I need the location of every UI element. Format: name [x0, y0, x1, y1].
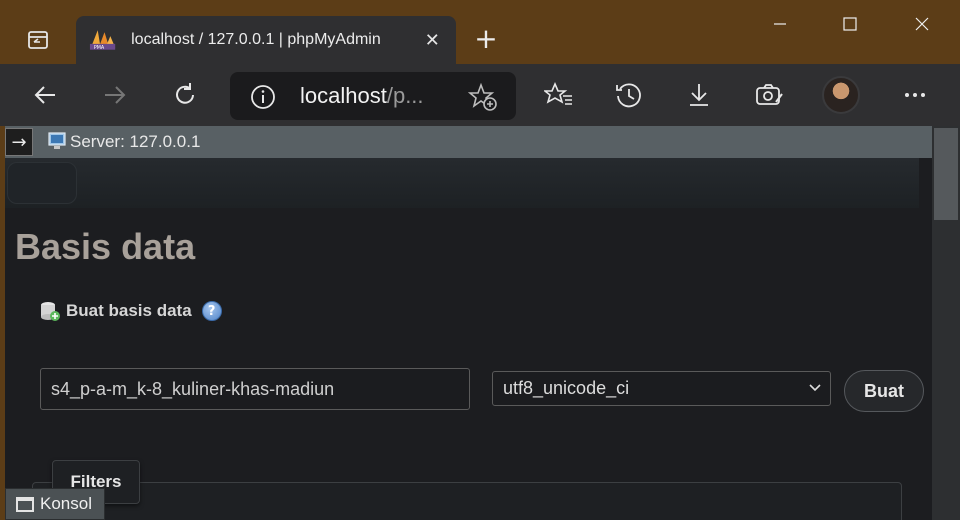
forward-icon[interactable] — [98, 78, 132, 112]
browser-toolbar: localhost/p... — [0, 64, 960, 126]
new-tab-button[interactable]: + — [470, 24, 502, 56]
tab-title: localhost / 127.0.0.1 | phpMyAdmin — [131, 31, 381, 48]
console-toggle[interactable]: Konsol — [5, 488, 105, 520]
collation-value: utf8_unicode_ci — [503, 378, 630, 398]
downloads-icon[interactable] — [682, 78, 716, 112]
collation-select[interactable]: utf8_unicode_ci — [492, 371, 831, 406]
svg-text:PMA: PMA — [94, 45, 105, 51]
chevron-down-icon — [808, 372, 822, 417]
menubar-tab[interactable] — [7, 162, 77, 204]
server-breadcrumb-bar: → Server: 127.0.0.1 — [5, 126, 932, 158]
server-icon — [48, 132, 66, 149]
phpmyadmin-favicon: PMA — [89, 30, 116, 51]
more-icon[interactable] — [898, 78, 932, 112]
close-window-icon[interactable] — [902, 8, 942, 40]
browser-tab-active[interactable]: PMA localhost / 127.0.0.1 | phpMyAdmin ✕ — [76, 16, 456, 64]
address-bar[interactable]: localhost/p... — [230, 72, 516, 120]
server-breadcrumb[interactable]: Server: 127.0.0.1 — [70, 132, 200, 152]
create-database-label: Buat basis data — [66, 301, 192, 320]
console-icon — [16, 496, 34, 512]
refresh-icon[interactable] — [168, 78, 202, 112]
history-icon[interactable] — [612, 78, 646, 112]
page-scrollbar[interactable] — [932, 126, 960, 520]
screenshot-icon[interactable] — [752, 78, 786, 112]
create-database-heading: Buat basis data ? — [39, 300, 222, 322]
navigation-toggle-icon[interactable]: → — [5, 128, 33, 156]
create-database-icon — [41, 302, 60, 321]
maximize-icon[interactable] — [830, 8, 870, 40]
add-favorite-icon[interactable] — [468, 82, 498, 112]
filters-panel — [32, 482, 902, 520]
close-tab-icon[interactable]: ✕ — [421, 30, 444, 51]
info-icon[interactable] — [250, 84, 276, 110]
url-text: localhost/p... — [300, 83, 424, 108]
help-icon[interactable]: ? — [201, 301, 222, 321]
create-database-button[interactable]: Buat — [844, 370, 924, 412]
profile-avatar[interactable] — [822, 76, 860, 114]
page-content: → Server: 127.0.0.1 Basis data Buat basi… — [5, 126, 932, 520]
browser-titlebar: PMA localhost / 127.0.0.1 | phpMyAdmin ✕… — [0, 0, 960, 64]
minimize-icon[interactable] — [760, 8, 800, 40]
console-label: Konsol — [40, 494, 92, 513]
database-name-input[interactable]: s4_p-a-m_k-8_kuliner-khas-madiun — [40, 368, 470, 410]
top-menubar — [5, 158, 919, 208]
scrollbar-thumb[interactable] — [934, 128, 958, 220]
page-title: Basis data — [15, 226, 196, 267]
tab-actions-icon[interactable] — [14, 22, 62, 58]
back-icon[interactable] — [28, 78, 62, 112]
favorites-icon[interactable] — [542, 78, 576, 112]
